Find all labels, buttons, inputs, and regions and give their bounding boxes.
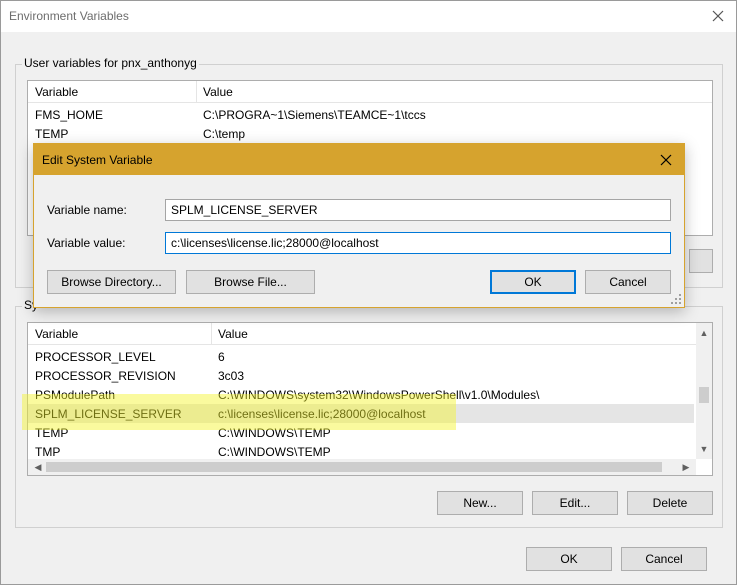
variable-cell: PROCESSOR_LEVEL — [35, 350, 156, 364]
column-header-variable[interactable]: Variable — [35, 85, 78, 99]
resize-grip-icon[interactable] — [670, 293, 682, 305]
scroll-up-icon[interactable]: ▲ — [696, 325, 712, 341]
table-row[interactable]: TEMP C:\temp — [28, 124, 712, 143]
table-row[interactable]: PROCESSOR_REVISION 3c03 — [28, 366, 712, 385]
cancel-button[interactable]: Cancel — [621, 547, 707, 571]
column-header-value[interactable]: Value — [218, 327, 248, 341]
column-header-value[interactable]: Value — [203, 85, 233, 99]
title-bar: Environment Variables — [1, 1, 736, 32]
list-header: Variable Value — [28, 81, 712, 103]
variable-value-label: Variable value: — [47, 236, 126, 250]
value-cell: C:\PROGRA~1\Siemens\TEAMCE~1\tccs — [203, 108, 426, 122]
column-divider[interactable] — [211, 323, 212, 345]
dialog-cancel-button[interactable]: Cancel — [585, 270, 671, 294]
window-title: Environment Variables — [9, 9, 129, 23]
vertical-scroll-thumb[interactable] — [699, 387, 709, 403]
vertical-scrollbar[interactable]: ▲ ▼ — [696, 323, 712, 459]
table-row[interactable]: FMS_HOME C:\PROGRA~1\Siemens\TEAMCE~1\tc… — [28, 105, 712, 124]
variable-name-field[interactable]: SPLM_LICENSE_SERVER — [165, 199, 671, 221]
variable-cell: TMP — [35, 445, 61, 459]
edit-system-variable-dialog: Edit System Variable Variable name: SPLM… — [33, 143, 685, 308]
new-button[interactable]: New... — [437, 491, 523, 515]
column-divider[interactable] — [196, 81, 197, 103]
value-cell: C:\WINDOWS\TEMP — [218, 445, 331, 459]
column-header-variable[interactable]: Variable — [35, 327, 78, 341]
value-cell: 3c03 — [218, 369, 245, 383]
variable-value-field[interactable]: c:\licenses\license.lic;28000@localhost — [165, 232, 671, 254]
edit-button[interactable]: Edit... — [532, 491, 618, 515]
value-cell: C:\temp — [203, 127, 246, 141]
variable-name-label: Variable name: — [47, 203, 127, 217]
browse-directory-button[interactable]: Browse Directory... — [47, 270, 176, 294]
dialog-title: Edit System Variable — [42, 153, 153, 167]
delete-button[interactable]: Delete — [627, 491, 713, 515]
scroll-right-icon[interactable]: ▶ — [678, 459, 694, 475]
dialog-ok-button[interactable]: OK — [490, 270, 576, 294]
list-header: Variable Value — [28, 323, 712, 345]
variable-cell: PROCESSOR_REVISION — [35, 369, 176, 383]
user-delete-button-partial[interactable] — [689, 249, 713, 273]
horizontal-scrollbar[interactable]: ◀ ▶ — [28, 459, 696, 475]
ok-button[interactable]: OK — [526, 547, 612, 571]
highlight-annotation — [22, 394, 456, 430]
variable-cell: FMS_HOME — [35, 108, 104, 122]
close-icon[interactable] — [656, 150, 676, 170]
value-cell: 6 — [218, 350, 225, 364]
scroll-left-icon[interactable]: ◀ — [30, 459, 46, 475]
user-variables-label: User variables for pnx_anthonyg — [22, 56, 199, 70]
variable-cell: TEMP — [35, 127, 69, 141]
dialog-title-bar: Edit System Variable — [34, 144, 684, 175]
scroll-down-icon[interactable]: ▼ — [696, 441, 712, 457]
horizontal-scroll-thumb[interactable] — [46, 462, 662, 472]
close-icon[interactable] — [706, 4, 730, 28]
browse-file-button[interactable]: Browse File... — [186, 270, 315, 294]
table-row[interactable]: PROCESSOR_LEVEL 6 — [28, 347, 712, 366]
